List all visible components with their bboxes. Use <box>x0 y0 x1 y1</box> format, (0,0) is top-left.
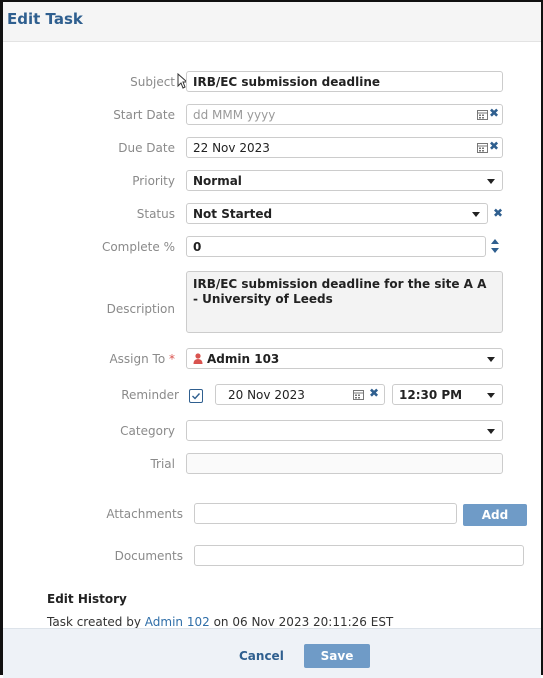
assign-to-select[interactable]: Admin 103 <box>186 348 503 369</box>
clear-icon[interactable]: ✖ <box>489 106 499 120</box>
subject-label: Subject <box>130 75 175 89</box>
number-spinner-icon[interactable] <box>490 236 500 256</box>
start-date-input[interactable]: dd MMM yyyy ✖ <box>186 104 503 125</box>
calendar-icon[interactable] <box>353 389 364 400</box>
status-clear-icon[interactable]: ✖ <box>493 206 503 220</box>
due-date-value: 22 Nov 2023 <box>193 141 270 155</box>
documents-label: Documents <box>114 549 183 563</box>
complete-label: Complete % <box>101 240 175 254</box>
start-date-placeholder: dd MMM yyyy <box>193 108 276 122</box>
calendar-icon[interactable] <box>477 142 488 153</box>
caret-down-icon <box>487 179 495 184</box>
due-date-input[interactable]: 22 Nov 2023 ✖ <box>186 137 503 158</box>
user-icon <box>193 353 203 364</box>
clear-icon[interactable]: ✖ <box>369 386 379 400</box>
clear-icon[interactable]: ✖ <box>489 139 499 153</box>
start-date-label: Start Date <box>113 108 175 122</box>
status-select[interactable]: Not Started <box>186 203 488 224</box>
priority-label: Priority <box>132 174 175 188</box>
priority-select[interactable]: Normal <box>186 170 503 191</box>
edit-history-entry: Task created by Admin 102 on 06 Nov 2023… <box>47 615 393 629</box>
calendar-icon[interactable] <box>477 109 488 120</box>
due-date-label: Due Date <box>118 141 175 155</box>
trial-input[interactable] <box>186 453 503 474</box>
cancel-button[interactable]: Cancel <box>239 649 284 663</box>
required-mark: * <box>169 352 175 366</box>
reminder-label: Reminder <box>121 388 179 402</box>
assign-to-label: Assign To * <box>63 352 175 366</box>
complete-input[interactable]: 0 <box>186 236 486 257</box>
history-user-link[interactable]: Admin 102 <box>145 615 210 629</box>
dialog-title: Edit Task <box>7 10 83 28</box>
reminder-date-value: 20 Nov 2023 <box>228 388 305 402</box>
add-attachment-button[interactable]: Add <box>463 504 527 526</box>
subject-input[interactable]: IRB/EC submission deadline <box>186 71 503 92</box>
checkmark-icon <box>192 393 201 400</box>
subject-value: IRB/EC submission deadline <box>193 75 380 89</box>
category-label: Category <box>120 424 175 438</box>
assign-to-label-text: Assign To <box>109 352 166 366</box>
dialog-header: Edit Task <box>3 2 541 42</box>
reminder-time-value: 12:30 PM <box>399 388 463 402</box>
history-prefix: Task created by <box>47 615 141 629</box>
status-value: Not Started <box>193 207 273 221</box>
save-button[interactable]: Save <box>304 644 370 668</box>
caret-down-icon <box>487 393 495 398</box>
attachments-input[interactable] <box>194 503 457 524</box>
assign-to-value: Admin 103 <box>207 352 280 366</box>
reminder-date-input[interactable]: 20 Nov 2023 ✖ <box>215 384 385 405</box>
description-value: IRB/EC submission deadline for the site … <box>193 277 487 306</box>
dialog-footer: Cancel Save <box>3 628 541 678</box>
category-select[interactable] <box>186 420 503 441</box>
priority-value: Normal <box>193 174 242 188</box>
caret-down-icon <box>487 357 495 362</box>
caret-down-icon <box>487 429 495 434</box>
complete-value: 0 <box>193 240 202 254</box>
caret-down-icon <box>472 212 480 217</box>
documents-input[interactable] <box>194 545 524 566</box>
description-label: Description <box>106 302 175 316</box>
reminder-time-select[interactable]: 12:30 PM <box>392 384 503 405</box>
attachments-label: Attachments <box>106 507 183 521</box>
edit-task-dialog: Edit Task Subject IRB/EC submission dead… <box>0 0 543 678</box>
status-label: Status <box>136 207 175 221</box>
edit-history-title: Edit History <box>47 592 127 606</box>
history-suffix: on 06 Nov 2023 20:11:26 EST <box>213 615 394 629</box>
reminder-checkbox[interactable] <box>189 389 203 403</box>
trial-label: Trial <box>150 457 175 471</box>
description-textarea[interactable]: IRB/EC submission deadline for the site … <box>186 271 503 333</box>
